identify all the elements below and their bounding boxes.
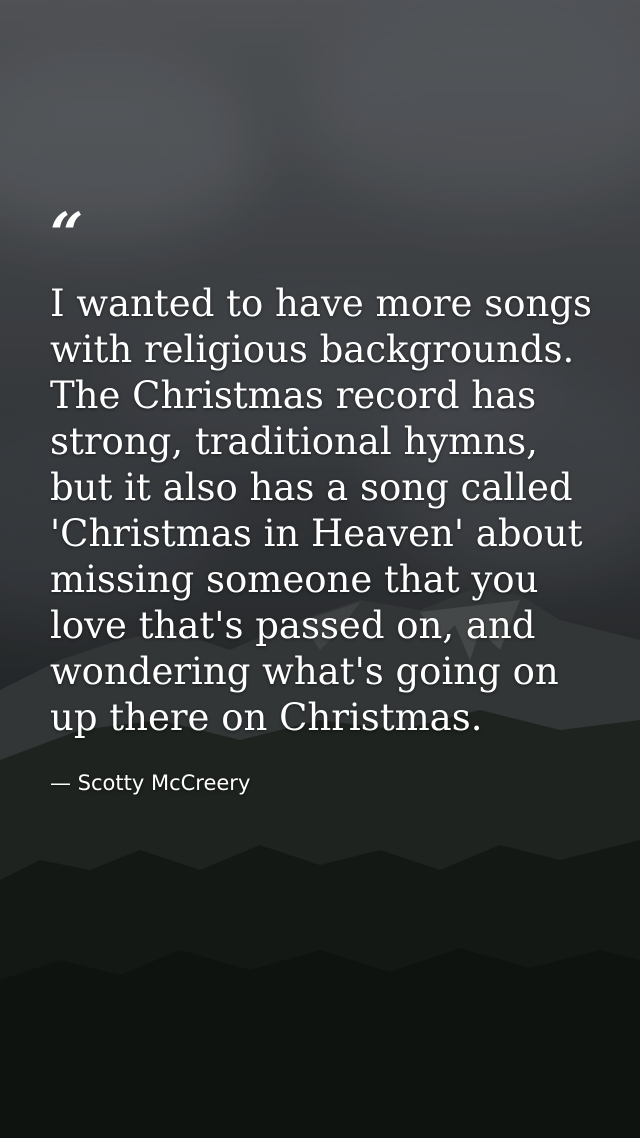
- quote-author: — Scotty McCreery: [50, 771, 251, 795]
- quote-mark-icon: “: [50, 200, 83, 268]
- quote-card: “ I wanted to have more songs with relig…: [0, 0, 640, 1138]
- quote-text: I wanted to have more songs with religio…: [50, 282, 592, 739]
- quote-block: “ I wanted to have more songs with relig…: [50, 205, 610, 795]
